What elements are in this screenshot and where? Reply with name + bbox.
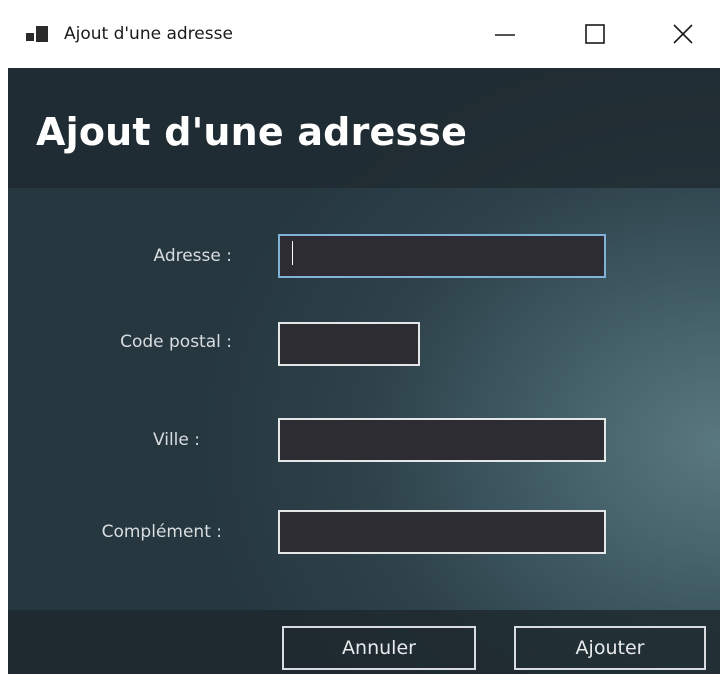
complement-label: Complément :: [101, 522, 222, 542]
address-input[interactable]: [278, 234, 606, 278]
app-window-icon: [26, 26, 48, 44]
page-title: Ajout d'une adresse: [36, 110, 468, 154]
cancel-button[interactable]: Annuler: [282, 626, 476, 670]
text-caret: [292, 241, 293, 265]
close-icon: [673, 24, 693, 44]
add-button[interactable]: Ajouter: [514, 626, 706, 670]
title-bar[interactable]: Ajout d'une adresse: [0, 0, 726, 68]
maximize-icon: [585, 24, 605, 44]
postal-code-input[interactable]: [278, 322, 420, 366]
minimize-icon: [495, 34, 515, 36]
city-input[interactable]: [278, 418, 606, 462]
minimize-button[interactable]: [482, 14, 528, 54]
dialog-client-area: Ajout d'une adresse Adresse : Code posta…: [8, 68, 720, 674]
address-label: Adresse :: [153, 246, 232, 266]
close-button[interactable]: [660, 14, 706, 54]
maximize-button[interactable]: [572, 14, 618, 54]
window-title: Ajout d'une adresse: [64, 24, 233, 44]
header-band: Ajout d'une adresse: [8, 68, 720, 188]
city-label: Ville :: [152, 430, 200, 450]
dialog-window: Ajout d'une adresse Ajout d'une adresse …: [0, 0, 726, 682]
postal-code-label: Code postal :: [120, 332, 232, 352]
complement-input[interactable]: [278, 510, 606, 554]
